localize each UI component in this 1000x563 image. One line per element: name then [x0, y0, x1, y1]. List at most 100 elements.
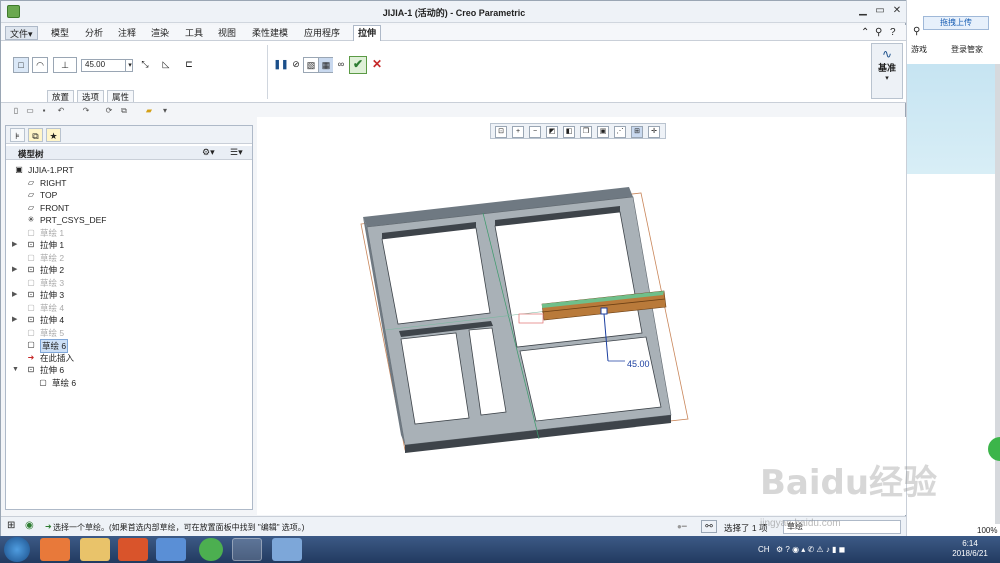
zoom-level[interactable]: 100%	[977, 526, 997, 535]
expand-arrow-icon[interactable]: ▼	[12, 364, 20, 376]
tree-settings-icon[interactable]: ⚙▾	[202, 147, 215, 158]
system-clock[interactable]: 6:14 2018/6/21	[944, 539, 996, 559]
zoom-in-icon[interactable]: +	[512, 126, 524, 138]
tree-item[interactable]: ▱ FRONT	[6, 202, 252, 214]
search-icon[interactable]: ⚲	[913, 26, 920, 37]
tree-item[interactable]: ▢ 草绘 5	[6, 327, 252, 339]
start-button[interactable]	[4, 537, 30, 562]
menu-view[interactable]: 视图	[214, 26, 240, 40]
flip-direction-icon[interactable]: ⤡	[137, 57, 153, 73]
taskbar-creo-icon[interactable]	[232, 538, 262, 561]
display-style-icon[interactable]: ▣	[597, 126, 609, 138]
cancel-x-icon[interactable]: ✕	[369, 57, 385, 73]
datum-group[interactable]: ∿ 基准 ▾	[871, 43, 903, 99]
minimize-icon[interactable]: ▁	[857, 5, 869, 17]
feature-preview-icon[interactable]: ▦	[318, 57, 334, 73]
language-indicator[interactable]: CH	[758, 545, 770, 554]
thicken-icon[interactable]: ⊏	[181, 57, 197, 73]
tree-item[interactable]: ▱ TOP	[6, 189, 252, 201]
expand-arrow-icon[interactable]: ▶	[12, 289, 20, 301]
search-icon[interactable]: ⚲	[875, 27, 882, 38]
taskbar-explorer-icon[interactable]	[80, 538, 110, 561]
menu-annotate[interactable]: 注释	[114, 26, 140, 40]
toggle-navigator-icon[interactable]: ⊞	[7, 520, 15, 531]
tree-item[interactable]: ▶ ⊡ 拉伸 1	[6, 239, 252, 251]
repaint-icon[interactable]: ◩	[546, 126, 558, 138]
annotation-display-icon[interactable]: ⊞	[631, 126, 643, 138]
undo-icon[interactable]: ↶	[56, 106, 66, 116]
regenerate-icon[interactable]: ⟳	[104, 106, 114, 116]
tree-item[interactable]: ▢ 草绘 6	[6, 339, 252, 353]
zoom-out-icon[interactable]: −	[529, 126, 541, 138]
expand-arrow-icon[interactable]: ▶	[12, 239, 20, 251]
tree-item[interactable]: ▢ 草绘 4	[6, 302, 252, 314]
menu-tools[interactable]: 工具	[181, 26, 207, 40]
upload-button[interactable]: 拖拽上传	[923, 16, 989, 30]
surface-icon[interactable]: ◠	[32, 57, 48, 73]
customize-qat-icon[interactable]: ▾	[160, 106, 170, 116]
menu-model[interactable]: 模型	[47, 26, 73, 40]
save-icon[interactable]: ▪	[39, 106, 49, 116]
datum-dropdown-icon[interactable]: ▾	[872, 74, 902, 82]
refit-icon[interactable]: ⊡	[495, 126, 507, 138]
menu-render[interactable]: 渲染	[147, 26, 173, 40]
folder-icon[interactable]: ▰	[144, 106, 154, 116]
windows-icon[interactable]: ⧉	[119, 106, 129, 116]
depth-dropdown-icon[interactable]: ▾	[125, 59, 134, 72]
tree-item[interactable]: ▼ ⊡ 拉伸 6	[6, 364, 252, 376]
datum-display-icon[interactable]: ⋰	[614, 126, 626, 138]
favorites-tab-icon[interactable]: ★	[46, 128, 61, 142]
expand-arrow-icon[interactable]: ▶	[12, 314, 20, 326]
ribbon-collapse-icon[interactable]: ⌃	[861, 27, 869, 38]
login-link[interactable]: 登录管家	[951, 44, 983, 55]
taskbar-media-icon[interactable]	[118, 538, 148, 561]
menu-file[interactable]: 文件▾	[5, 26, 38, 40]
tree-item[interactable]: ➜ 在此插入	[6, 352, 252, 364]
taskbar-baidu-icon[interactable]	[156, 538, 186, 561]
tree-columns-icon[interactable]: ☰▾	[230, 147, 243, 158]
reorient-icon[interactable]: ◧	[563, 126, 575, 138]
expand-arrow-icon[interactable]: ▶	[12, 264, 20, 276]
no-preview-icon[interactable]: ⊘	[288, 57, 304, 73]
new-file-icon[interactable]: ▯	[11, 106, 21, 116]
solid-icon[interactable]: □	[13, 57, 29, 73]
remove-material-icon[interactable]: ◺	[158, 57, 174, 73]
verify-icon[interactable]: ∞	[333, 57, 349, 73]
tree-item[interactable]: ▢ 草绘 1	[6, 227, 252, 239]
taskbar-chrome-icon[interactable]	[40, 538, 70, 561]
tree-item[interactable]: ▶ ⊡ 拉伸 2	[6, 264, 252, 276]
ok-check-icon[interactable]: ✔	[349, 56, 367, 74]
tree-item[interactable]: ▶ ⊡ 拉伸 4	[6, 314, 252, 326]
depth-option-icon[interactable]: ⊥	[53, 57, 77, 73]
help-icon[interactable]: ?	[890, 27, 896, 38]
saved-views-icon[interactable]: ❒	[580, 126, 592, 138]
tab-properties[interactable]: 属性	[107, 90, 135, 102]
redo-icon[interactable]: ↷	[81, 106, 91, 116]
filter-binoculars-icon[interactable]: ⚯	[701, 520, 717, 533]
close-icon[interactable]: ✕	[891, 5, 903, 17]
browser-icon[interactable]: ◉	[25, 520, 34, 531]
menu-applications[interactable]: 应用程序	[300, 26, 344, 40]
tree-item[interactable]: ▶ ⊡ 拉伸 3	[6, 289, 252, 301]
model-tree-tab-icon[interactable]: ⊧	[10, 128, 25, 142]
menu-analysis[interactable]: 分析	[81, 26, 107, 40]
taskbar-paint-icon[interactable]	[272, 538, 302, 561]
tree-item[interactable]: ▢ 草绘 6	[6, 377, 252, 389]
maximize-icon[interactable]: ▭	[874, 5, 886, 17]
games-link[interactable]: 游戏	[911, 44, 927, 55]
depth-drag-handle[interactable]	[600, 307, 608, 315]
tree-item[interactable]: ▢ 草绘 2	[6, 252, 252, 264]
tab-placement[interactable]: 放置	[47, 90, 75, 102]
tab-options[interactable]: 选项	[77, 90, 105, 102]
taskbar-browser-icon[interactable]	[199, 538, 223, 561]
menu-flexible-modeling[interactable]: 柔性建模	[248, 26, 292, 40]
tree-item[interactable]: ▣ JIJIA-1.PRT	[6, 164, 252, 176]
tree-item[interactable]: ▱ RIGHT	[6, 177, 252, 189]
tree-item[interactable]: ✳ PRT_CSYS_DEF	[6, 214, 252, 226]
tree-item[interactable]: ▢ 草绘 3	[6, 277, 252, 289]
folder-browser-tab-icon[interactable]: ⧉	[28, 128, 43, 142]
spin-center-icon[interactable]: ✛	[648, 126, 660, 138]
depth-dimension-label[interactable]: 45.00	[627, 359, 650, 369]
tray-icons[interactable]: ⚙ ? ◉ ▴ ✆ ⚠ ♪ ▮ ◼	[776, 545, 845, 554]
open-file-icon[interactable]: ▭	[25, 106, 35, 116]
